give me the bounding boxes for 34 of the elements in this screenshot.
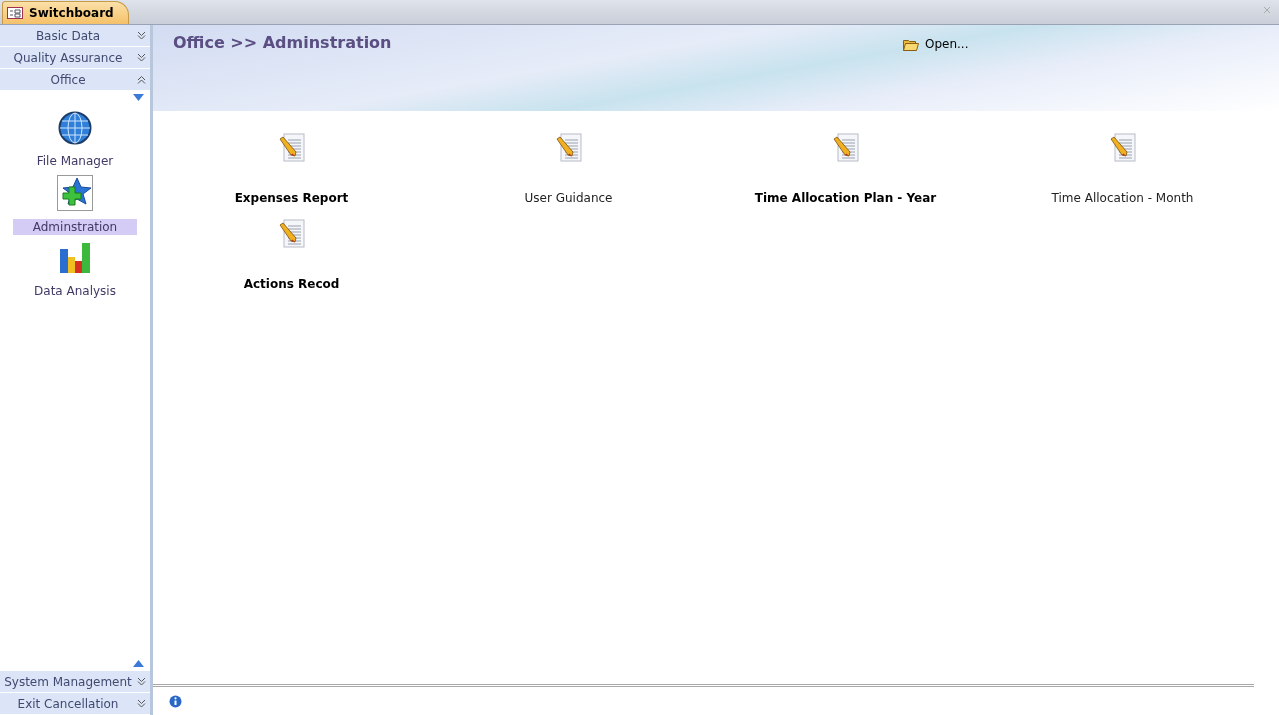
navigation-group-header[interactable]: System Management [0, 671, 150, 693]
switchboard-entry-label[interactable]: User Guidance [524, 191, 613, 205]
document-edit-icon [831, 133, 860, 163]
scroll-up-icon[interactable] [133, 660, 144, 667]
document-edit-icon [277, 133, 306, 163]
group-label: System Management [4, 674, 132, 689]
breadcrumb: Office >> Adminstration [173, 33, 392, 52]
switchboard-entry-label[interactable]: Time Allocation Plan - Year [754, 191, 937, 205]
star-plus-icon [57, 175, 93, 211]
navigation-group-header[interactable]: Exit Cancellation [0, 693, 150, 715]
scroll-down-icon[interactable] [133, 94, 144, 101]
switchboard-tab[interactable]: Switchboard [2, 1, 129, 24]
navigation-item[interactable]: Data Analysis [13, 283, 137, 299]
document-edit-icon [1108, 133, 1137, 163]
switchboard-entry-label[interactable]: Expenses Report [234, 191, 349, 205]
document-edit-icon [277, 219, 306, 249]
navigation-group-header[interactable]: Office [0, 69, 150, 91]
switchboard-entry-label[interactable]: Actions Recod [243, 277, 340, 291]
document-edit-icon [554, 133, 583, 163]
navigation-item[interactable]: Adminstration [13, 219, 137, 235]
group-label: Basic Data [35, 28, 101, 43]
bar-chart-icon [58, 241, 92, 275]
group-label: Quality Assurance [13, 50, 123, 65]
group-label: Exit Cancellation [17, 696, 119, 711]
group-label: Office [50, 72, 86, 87]
navigation-group-header[interactable]: Quality Assurance [0, 47, 150, 69]
globe-icon [58, 111, 92, 145]
info-icon[interactable] [169, 694, 182, 708]
navigation-item[interactable]: File Manager [13, 153, 137, 169]
form-icon [7, 7, 23, 19]
switchboard-entry-label[interactable]: Time Allocation - Month [1051, 191, 1194, 205]
folder-icon [903, 37, 919, 51]
navigation-group-header[interactable]: Basic Data [0, 25, 150, 47]
open-button[interactable]: Open... [901, 35, 971, 53]
